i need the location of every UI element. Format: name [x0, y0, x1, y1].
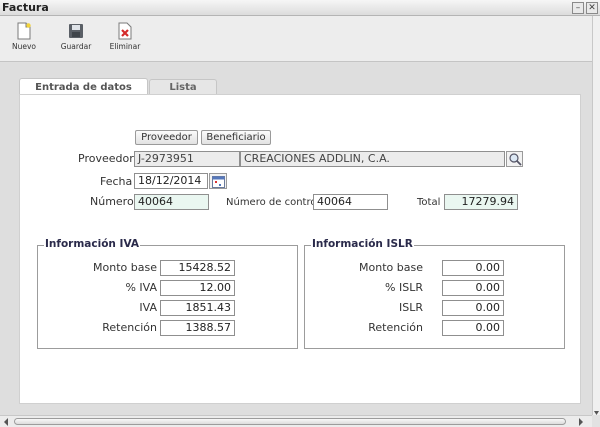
- beneficiario-button[interactable]: Beneficiario: [201, 130, 271, 145]
- iva-percent-label: % IVA: [125, 281, 157, 294]
- floppy-disk-icon: [68, 22, 84, 40]
- new-button-label: Nuevo: [11, 42, 36, 51]
- toolbar: Nuevo Guardar Eliminar: [0, 16, 592, 62]
- islr-legend: Información ISLR: [311, 238, 414, 250]
- delete-button[interactable]: Eliminar: [105, 22, 145, 51]
- iva-monto-base-field[interactable]: 15428.52: [160, 260, 235, 276]
- iva-monto-base-label: Monto base: [93, 261, 157, 274]
- proveedor-label: Proveedor: [78, 152, 134, 165]
- horizontal-scroll-thumb[interactable]: [14, 418, 566, 425]
- minimize-button[interactable]: –: [572, 2, 584, 14]
- title-bar: Factura – ✕: [0, 0, 600, 16]
- scroll-corner: [592, 415, 600, 427]
- search-button[interactable]: [506, 151, 523, 167]
- islr-percent-field[interactable]: 0.00: [442, 280, 504, 296]
- new-button[interactable]: Nuevo: [4, 22, 44, 51]
- numero-field[interactable]: 40064: [134, 194, 209, 210]
- proveedor-button[interactable]: Proveedor: [135, 130, 198, 145]
- proveedor-name-field[interactable]: CREACIONES ADDLIN, C.A.: [240, 151, 505, 167]
- fecha-field[interactable]: 18/12/2014: [134, 173, 208, 189]
- islr-monto-base-label: Monto base: [359, 261, 423, 274]
- islr-retencion-field[interactable]: 0.00: [442, 320, 504, 336]
- control-field[interactable]: 40064: [313, 194, 388, 210]
- scroll-left-arrow-icon[interactable]: [2, 417, 10, 427]
- islr-retencion-label: Retención: [368, 321, 423, 334]
- save-button[interactable]: Guardar: [56, 22, 96, 51]
- scroll-down-arrow-icon[interactable]: [593, 407, 600, 415]
- iva-retencion-label: Retención: [102, 321, 157, 334]
- delete-document-icon: [117, 22, 133, 40]
- islr-monto-base-field[interactable]: 0.00: [442, 260, 504, 276]
- tab-entrada-de-datos[interactable]: Entrada de datos: [19, 78, 148, 95]
- window-title: Factura: [2, 1, 49, 14]
- delete-button-label: Eliminar: [109, 42, 141, 51]
- proveedor-id-field[interactable]: J-2973951: [134, 151, 240, 167]
- vertical-scrollbar[interactable]: [592, 16, 600, 415]
- entry-panel: Proveedor Beneficiario Proveedor J-29739…: [19, 94, 581, 404]
- magnifier-icon: [508, 152, 523, 169]
- calendar-icon: [212, 175, 225, 191]
- islr-group: Información ISLR Monto base 0.00 % ISLR …: [304, 238, 565, 349]
- iva-legend: Información IVA: [44, 238, 140, 250]
- save-button-label: Guardar: [60, 42, 92, 51]
- calendar-button[interactable]: [209, 173, 227, 189]
- islr-percent-label: % ISLR: [385, 281, 423, 294]
- iva-percent-field[interactable]: 12.00: [160, 280, 235, 296]
- islr-amount-label: ISLR: [399, 301, 423, 314]
- islr-amount-field[interactable]: 0.00: [442, 300, 504, 316]
- total-field[interactable]: 17279.94: [444, 194, 518, 210]
- iva-amount-label: IVA: [139, 301, 157, 314]
- new-document-icon: [16, 22, 32, 40]
- numero-label: Número: [90, 195, 134, 208]
- scroll-right-arrow-icon[interactable]: [577, 417, 585, 427]
- close-button[interactable]: ✕: [586, 2, 598, 14]
- iva-group: Información IVA Monto base 15428.52 % IV…: [37, 238, 298, 349]
- fecha-label: Fecha: [100, 175, 133, 188]
- total-label: Total: [417, 197, 441, 208]
- horizontal-scrollbar[interactable]: [0, 415, 592, 427]
- iva-retencion-field[interactable]: 1388.57: [160, 320, 235, 336]
- iva-amount-field[interactable]: 1851.43: [160, 300, 235, 316]
- tab-lista[interactable]: Lista: [149, 79, 217, 94]
- control-label: Número de control: [226, 197, 320, 208]
